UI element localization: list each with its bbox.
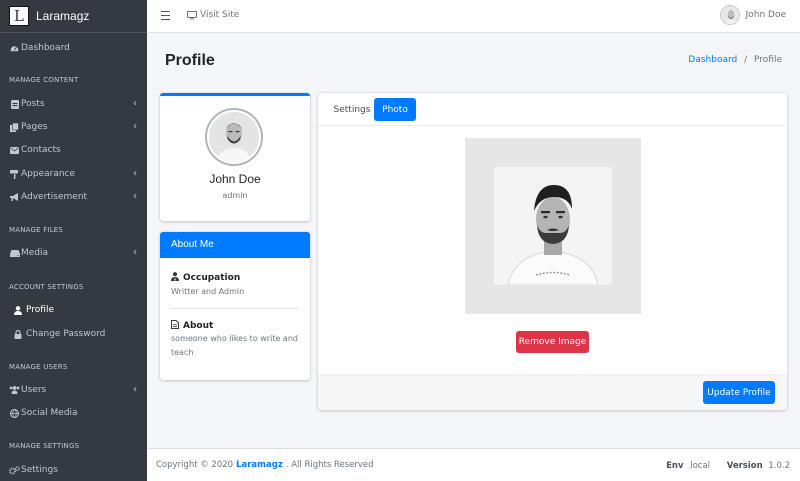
env-label: Env (666, 461, 684, 471)
envelope-icon (9, 146, 20, 154)
sidebar-item-media[interactable]: Media ‹ (0, 243, 147, 263)
user-menu[interactable]: John Doe (719, 5, 786, 25)
env-version: Env local Version 1.0.2 (666, 461, 790, 471)
top-navbar: Visit Site John Doe (147, 0, 800, 33)
sidebar: L Laramagz Dashboard MANAGE CONTENT Post… (0, 0, 147, 481)
remove-image-button[interactable]: Remove Image (516, 331, 589, 353)
photo-card: Settings Photo Remove Image Update Profi… (318, 93, 787, 410)
desktop-icon (187, 10, 197, 20)
nav-header-content: MANAGE CONTENT (9, 76, 79, 84)
profile-role: admin (222, 191, 248, 200)
visit-site-link[interactable]: Visit Site (187, 10, 239, 20)
sidebar-item-label: Posts (21, 99, 45, 109)
sidebar-item-advertisement[interactable]: Advertisement ‹ (0, 187, 147, 207)
gears-icon (9, 465, 20, 475)
sidebar-item-label: Settings (21, 465, 58, 475)
profile-card: John Doe admin (160, 93, 310, 221)
sidebar-item-posts[interactable]: Posts ‹ (0, 94, 147, 114)
menu-toggle-icon[interactable] (161, 11, 170, 22)
occupation-value: Writter and Admin (171, 287, 245, 296)
chevron-left-icon: ‹ (133, 384, 137, 395)
visit-site-label: Visit Site (200, 10, 240, 20)
divider (171, 308, 299, 309)
occupation-label-text: Occupation (183, 273, 241, 283)
sidebar-item-settings[interactable]: Settings (0, 460, 147, 480)
sidebar-item-label: Change Password (26, 329, 106, 339)
dashboard-icon (9, 44, 20, 53)
env-value: local (690, 461, 711, 471)
user-tie-icon (171, 272, 179, 284)
occupation-label: Occupation (171, 272, 240, 284)
sidebar-item-change-password[interactable]: Change Password (0, 324, 147, 344)
brand-name: Laramagz (36, 9, 90, 23)
page-footer: Copyright © 2020 Laramagz . All Rights R… (147, 448, 800, 481)
nav-header-users: MANAGE USERS (9, 363, 68, 371)
breadcrumb-separator: / (744, 55, 748, 65)
sidebar-item-dashboard[interactable]: Dashboard (0, 38, 147, 58)
hdd-icon (9, 249, 20, 257)
nav-header-files: MANAGE FILES (9, 226, 64, 234)
brand-link[interactable]: L Laramagz (0, 0, 147, 33)
about-title: About Me (160, 232, 310, 258)
globe-icon (9, 408, 20, 418)
user-name: John Doe (745, 10, 786, 20)
user-icon (12, 305, 23, 315)
about-card: About Me Occupation Writter and Admin Ab… (160, 232, 310, 380)
breadcrumb-dashboard-link[interactable]: Dashboard (688, 55, 737, 65)
photo-preview-frame (465, 138, 641, 314)
tab-photo[interactable]: Photo (374, 98, 416, 121)
profile-avatar (205, 108, 263, 166)
profile-photo (494, 167, 612, 285)
sidebar-item-contacts[interactable]: Contacts (0, 140, 147, 160)
copy-icon (9, 122, 20, 132)
breadcrumb: Dashboard / Profile (688, 55, 782, 65)
update-profile-button[interactable]: Update Profile (703, 381, 775, 404)
bullhorn-icon (9, 193, 20, 201)
nav-header-settings: MANAGE SETTINGS (9, 442, 80, 450)
tab-bar: Settings Photo (318, 93, 787, 126)
chevron-left-icon: ‹ (133, 168, 137, 179)
version-value: 1.0.2 (768, 461, 790, 471)
sidebar-item-label: Dashboard (21, 43, 70, 53)
sidebar-item-label: Pages (21, 122, 48, 132)
chevron-left-icon: ‹ (133, 121, 137, 132)
chevron-left-icon: ‹ (133, 191, 137, 202)
chevron-left-icon: ‹ (133, 247, 137, 258)
breadcrumb-current: Profile (754, 55, 782, 65)
footer-brand-link[interactable]: Laramagz (236, 460, 283, 470)
sidebar-item-label: Profile (26, 305, 54, 315)
profile-name: John Doe (209, 172, 261, 186)
lock-icon (12, 329, 23, 339)
avatar (719, 5, 740, 25)
tab-settings[interactable]: Settings (326, 98, 378, 121)
sidebar-item-label: Media (21, 248, 49, 258)
brand-logo: L (9, 6, 29, 26)
paint-roller-icon (9, 169, 20, 179)
nav-header-account: ACCOUNT SETTINGS (9, 283, 84, 291)
version-label: Version (726, 461, 763, 471)
sidebar-item-profile[interactable]: Profile (0, 300, 147, 320)
sidebar-item-users[interactable]: Users ‹ (0, 380, 147, 400)
copyright-prefix: Copyright © 2020 (156, 460, 234, 470)
sidebar-item-label: Advertisement (21, 192, 88, 202)
sidebar-item-pages[interactable]: Pages ‹ (0, 117, 147, 137)
sidebar-item-social-media[interactable]: Social Media (0, 403, 147, 423)
sidebar-item-label: Contacts (21, 145, 61, 155)
sidebar-item-label: Users (21, 385, 47, 395)
sidebar-item-label: Appearance (21, 169, 76, 179)
file-text-icon (171, 320, 179, 332)
chevron-left-icon: ‹ (133, 98, 137, 109)
about-value: someone who likes to write and teach (171, 334, 298, 357)
copyright-suffix: . All Rights Reserved (285, 460, 374, 470)
about-label-text: About (183, 321, 214, 331)
page-title: Profile (165, 52, 215, 69)
document-icon (9, 99, 20, 109)
sidebar-item-label: Social Media (21, 408, 78, 418)
users-icon (9, 386, 20, 394)
about-label: About (171, 320, 213, 332)
sidebar-item-appearance[interactable]: Appearance ‹ (0, 164, 147, 184)
